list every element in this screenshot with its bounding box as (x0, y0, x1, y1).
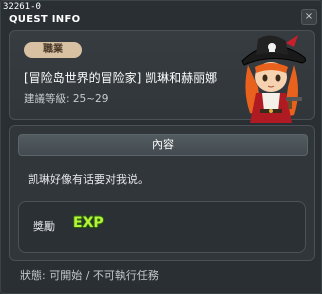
recommended-level: 建議等級: 25~29 (24, 93, 109, 105)
quest-status: 狀態: 可開始 / 不可執行任務 (20, 269, 159, 282)
quest-name: [冒险岛世界的冒险家] 凯琳和赫丽娜 (24, 71, 218, 85)
content-header: 內容 (18, 134, 308, 156)
close-icon: × (304, 11, 314, 22)
close-button[interactable]: × (301, 9, 317, 25)
job-badge: 職業 (24, 42, 82, 58)
reward-box: 獎勵 EXP (18, 201, 306, 253)
quest-content-panel: 內容 凯琳好像有话要对我说。 獎勵 EXP (9, 125, 315, 261)
quest-info-window: 32261-0 QUEST INFO × 職業 [冒险岛世界的冒险家] 凯琳和赫… (0, 0, 322, 294)
quest-summary-panel: 職業 [冒险岛世界的冒险家] 凯琳和赫丽娜 建議等級: 25~29 (9, 30, 315, 123)
quest-description: 凯琳好像有话要对我说。 (28, 173, 149, 186)
npc-portrait-icon (241, 35, 307, 123)
exp-reward-icon[interactable]: EXP (73, 215, 104, 231)
reward-label: 獎勵 (33, 220, 55, 233)
title-bar[interactable]: QUEST INFO (9, 12, 80, 26)
quest-id: 32261-0 (3, 2, 41, 12)
window-title: QUEST INFO (9, 13, 81, 25)
